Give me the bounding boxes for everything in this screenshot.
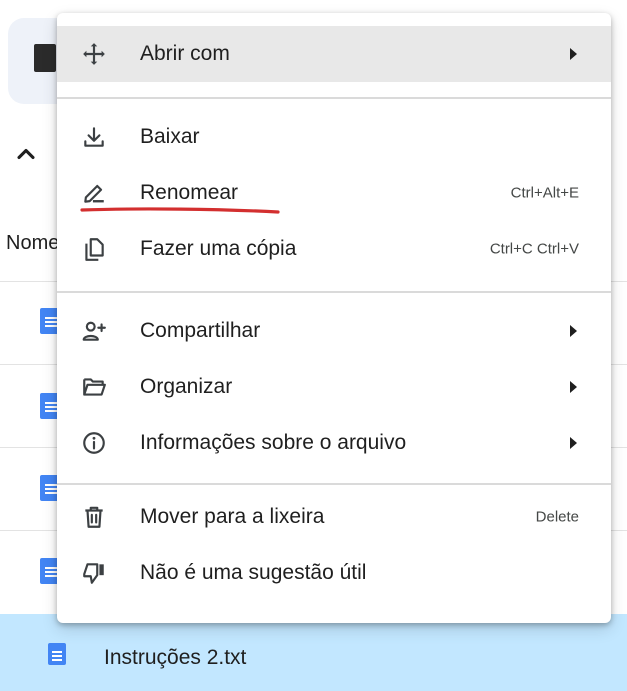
menu-separator [57,483,611,485]
selected-file-name: Instruções 2.txt [104,646,247,669]
menu-item-label: Informações sobre o arquivo [140,431,407,454]
menu-item-label: Mover para a lixeira [140,505,325,528]
menu-separator [57,291,611,293]
shortcut-hint: Ctrl+C Ctrl+V [489,240,579,258]
person-add-icon [81,318,107,344]
menu-item-file-info[interactable]: Informações sobre o arquivo [57,415,611,471]
doc-icon [48,643,66,665]
menu-item-download[interactable]: Baixar [57,109,611,165]
menu-item-label: Compartilhar [140,319,261,342]
menu-item-open-with[interactable]: Abrir com [57,26,611,82]
thumb-down-icon [81,560,107,586]
menu-item-trash[interactable]: Mover para a lixeira Delete [57,489,611,545]
menu-item-label: Fazer uma cópia [140,237,297,260]
shortcut-hint: Ctrl+Alt+E [510,184,579,202]
context-menu: Abrir com Baixar Renomear Ctrl+Alt+E Fazer u… [57,13,611,623]
copy-icon [81,236,107,262]
selected-file-row[interactable] [0,614,627,691]
chevron-up-icon[interactable] [12,140,40,168]
folder-open-icon [81,374,107,400]
pencil-icon [81,180,107,206]
menu-item-not-useful[interactable]: Não é uma sugestão útil [57,545,611,601]
trash-icon [81,504,107,530]
menu-item-label: Renomear [140,181,239,204]
menu-item-make-copy[interactable]: Fazer uma cópia Ctrl+C Ctrl+V [57,221,611,277]
file-icon [34,44,56,72]
menu-separator [57,97,611,99]
menu-item-share[interactable]: Compartilhar [57,303,611,359]
submenu-arrow-icon [570,48,577,60]
submenu-arrow-icon [570,325,577,337]
info-icon [81,430,107,456]
shortcut-hint: Delete [535,508,579,526]
menu-item-label: Organizar [140,375,233,398]
move-arrows-icon [81,41,107,67]
download-icon [81,124,107,150]
submenu-arrow-icon [570,437,577,449]
menu-item-label: Baixar [140,125,200,148]
menu-item-label: Não é uma sugestão útil [140,561,367,584]
annotation-underline [80,207,280,214]
submenu-arrow-icon [570,381,577,393]
column-header-name[interactable]: Nome [6,232,59,255]
menu-item-organize[interactable]: Organizar [57,359,611,415]
drive-screen: Nome Instruções 2.txt Abrir com Baixar Ren… [0,0,627,691]
menu-item-label: Abrir com [140,42,230,65]
